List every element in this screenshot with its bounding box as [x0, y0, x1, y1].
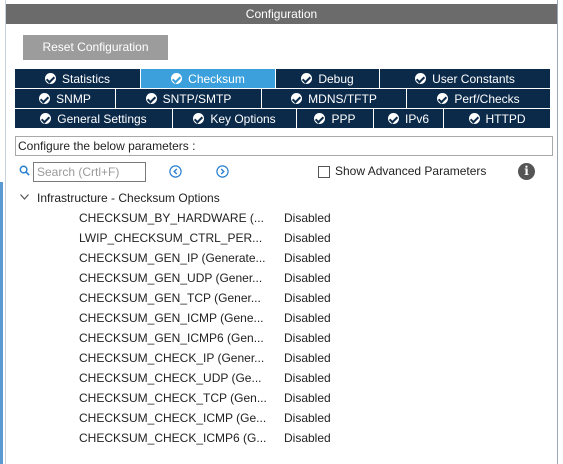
- search-next-icon[interactable]: [216, 165, 229, 178]
- tab-httpd[interactable]: HTTPD: [444, 109, 551, 129]
- param-value: Disabled: [284, 311, 331, 325]
- tab-label: SNMP: [56, 92, 91, 106]
- panel-right-border: [557, 0, 563, 464]
- check-icon: [44, 73, 56, 84]
- check-icon: [40, 113, 52, 124]
- tab-ipv6[interactable]: IPv6: [374, 109, 444, 129]
- tab-label: Checksum: [188, 72, 245, 86]
- param-name: CHECKSUM_CHECK_ICMP (Ge...: [79, 411, 267, 425]
- param-row[interactable]: CHECKSUM_CHECK_ICMP (Ge... Disabled: [15, 408, 553, 428]
- param-row[interactable]: CHECKSUM_CHECK_UDP (Ge... Disabled: [15, 368, 553, 388]
- param-value: Disabled: [284, 251, 331, 265]
- param-value: Disabled: [284, 351, 331, 365]
- param-row[interactable]: CHECKSUM_CHECK_TCP (Gen... Disabled: [15, 388, 553, 408]
- parameter-tree: Infrastructure - Checksum Options CHECKS…: [15, 188, 553, 448]
- check-icon: [193, 113, 205, 124]
- param-value: Disabled: [284, 411, 331, 425]
- tab-label: MDNS/TFTP: [308, 92, 377, 106]
- show-advanced-label: Show Advanced Parameters: [335, 164, 487, 178]
- check-icon: [314, 113, 326, 124]
- param-value: Disabled: [284, 211, 331, 225]
- param-row[interactable]: CHECKSUM_GEN_ICMP (Gene... Disabled: [15, 308, 553, 328]
- check-icon: [387, 113, 399, 124]
- reset-configuration-button[interactable]: Reset Configuration: [23, 35, 168, 60]
- param-name: CHECKSUM_BY_HARDWARE (...: [79, 211, 264, 225]
- configuration-panel: Configuration Reset Configuration Statis…: [6, 0, 563, 464]
- tab-row-2: SNMP SNTP/SMTP MDNS/TFTP Perf/Checks: [15, 89, 551, 109]
- param-name: LWIP_CHECKSUM_CTRL_PER...: [79, 231, 263, 245]
- tab-snmp[interactable]: SNMP: [15, 89, 116, 109]
- param-row[interactable]: LWIP_CHECKSUM_CTRL_PER... Disabled: [15, 228, 553, 248]
- tab-label: Debug: [318, 72, 354, 86]
- tab-row-3: General Settings Key Options PPP IPv6 HT…: [15, 109, 551, 129]
- tab-label: User Constants: [432, 72, 515, 86]
- tab-key-options[interactable]: Key Options: [173, 109, 297, 129]
- param-name: CHECKSUM_GEN_TCP (Gener...: [79, 291, 261, 305]
- param-row[interactable]: CHECKSUM_GEN_UDP (Gener... Disabled: [15, 268, 553, 288]
- show-advanced-checkbox[interactable]: [318, 166, 330, 178]
- tab-sntp-smtp[interactable]: SNTP/SMTP: [116, 89, 262, 109]
- window-title: Configuration: [6, 4, 557, 24]
- param-name: CHECKSUM_CHECK_ICMP6 (G...: [79, 431, 267, 445]
- param-row[interactable]: CHECKSUM_GEN_IP (Generate... Disabled: [15, 248, 553, 268]
- tree-group-label: Infrastructure - Checksum Options: [37, 191, 220, 205]
- tab-label: SNTP/SMTP: [162, 92, 232, 106]
- param-name: CHECKSUM_CHECK_UDP (Ge...: [79, 371, 262, 385]
- param-name: CHECKSUM_CHECK_IP (Gener...: [79, 351, 265, 365]
- tab-label: Perf/Checks: [454, 92, 520, 106]
- tab-perf-checks[interactable]: Perf/Checks: [407, 89, 551, 109]
- tab-row-1: Statistics Checksum Debug User Constants: [15, 69, 551, 89]
- tab-label: Statistics: [61, 72, 110, 86]
- param-value: Disabled: [284, 431, 331, 445]
- check-icon: [301, 73, 313, 84]
- param-value: Disabled: [284, 271, 331, 285]
- param-name: CHECKSUM_GEN_ICMP (Gene...: [79, 311, 264, 325]
- check-icon: [415, 73, 427, 84]
- tab-ppp[interactable]: PPP: [297, 109, 374, 129]
- tab-checksum[interactable]: Checksum: [141, 69, 276, 89]
- check-icon: [145, 93, 157, 104]
- param-value: Disabled: [284, 371, 331, 385]
- check-icon: [39, 93, 51, 104]
- tab-label: General Settings: [57, 112, 147, 126]
- check-icon: [468, 113, 480, 124]
- param-name: CHECKSUM_GEN_IP (Generate...: [79, 251, 266, 265]
- param-row[interactable]: CHECKSUM_GEN_TCP (Gener... Disabled: [15, 288, 553, 308]
- configure-parameters-label: Configure the below parameters :: [15, 136, 553, 156]
- chevron-down-icon[interactable]: [20, 194, 29, 200]
- search-previous-icon[interactable]: [169, 165, 182, 178]
- tab-statistics[interactable]: Statistics: [15, 69, 141, 89]
- param-value: Disabled: [284, 391, 331, 405]
- param-name: CHECKSUM_CHECK_TCP (Gen...: [79, 391, 267, 405]
- left-panel-accent: [0, 182, 3, 464]
- tab-general-settings[interactable]: General Settings: [15, 109, 173, 129]
- search-toolbar: Show Advanced Parameters i: [15, 162, 553, 182]
- tab-mdns-tftp[interactable]: MDNS/TFTP: [262, 89, 407, 109]
- tab-bar: Statistics Checksum Debug User Constants…: [15, 69, 551, 129]
- param-row[interactable]: CHECKSUM_BY_HARDWARE (... Disabled: [15, 208, 553, 228]
- param-value: Disabled: [284, 331, 331, 345]
- tab-label: PPP: [331, 112, 356, 126]
- tree-group-checksum-options: Infrastructure - Checksum Options: [15, 188, 553, 208]
- tab-label: HTTPD: [485, 112, 526, 126]
- param-value: Disabled: [284, 231, 331, 245]
- tab-debug[interactable]: Debug: [276, 69, 380, 89]
- param-name: CHECKSUM_GEN_ICMP6 (Gen...: [79, 331, 264, 345]
- search-icon: [19, 165, 30, 176]
- info-icon[interactable]: i: [518, 163, 535, 180]
- check-icon: [171, 73, 183, 84]
- check-icon: [437, 93, 449, 104]
- param-row[interactable]: CHECKSUM_CHECK_ICMP6 (G... Disabled: [15, 428, 553, 448]
- tab-label: IPv6: [404, 112, 429, 126]
- tab-label: Key Options: [210, 112, 276, 126]
- param-value: Disabled: [284, 291, 331, 305]
- param-row[interactable]: CHECKSUM_GEN_ICMP6 (Gen... Disabled: [15, 328, 553, 348]
- search-input[interactable]: [33, 162, 146, 182]
- param-row[interactable]: CHECKSUM_CHECK_IP (Gener... Disabled: [15, 348, 553, 368]
- check-icon: [291, 93, 303, 104]
- param-name: CHECKSUM_GEN_UDP (Gener...: [79, 271, 263, 285]
- tab-user-constants[interactable]: User Constants: [380, 69, 551, 89]
